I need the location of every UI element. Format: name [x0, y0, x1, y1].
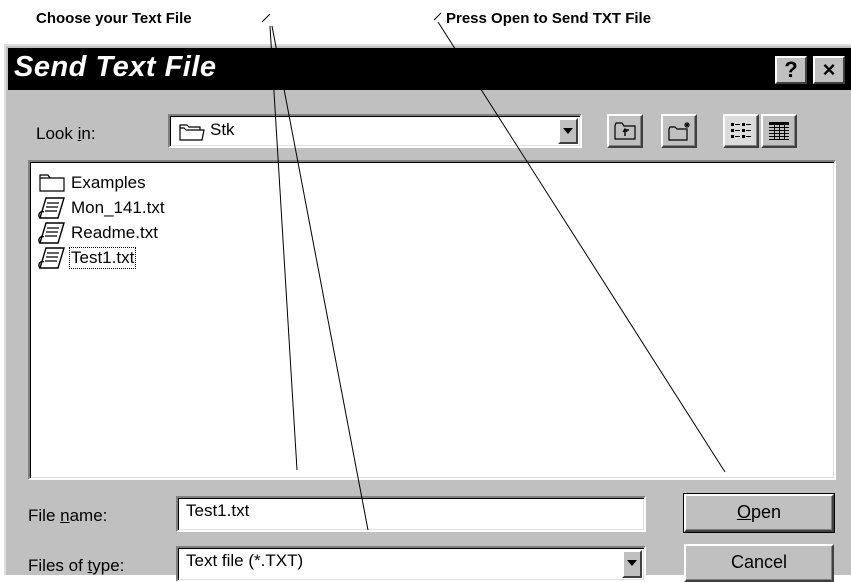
text-file-icon	[38, 246, 65, 269]
title-bar: Send Text File ? ×	[8, 48, 851, 90]
send-text-file-dialog: Send Text File ? × Look in: Stk Examples…	[4, 44, 851, 582]
callout-choose-file: Choose your Text File	[36, 10, 192, 27]
look-in-value: Stk	[210, 120, 235, 139]
file-name-label: Test1.txt	[68, 246, 137, 269]
file-name-label: Mon_141.txt	[71, 197, 165, 217]
cancel-button-label: Cancel	[730, 552, 788, 572]
new-folder-icon	[668, 122, 690, 141]
list-item-test1[interactable]: Test1.txt	[38, 245, 137, 270]
cancel-button[interactable]: Cancel	[684, 544, 834, 582]
list-item-mon-141[interactable]: Mon_141.txt	[38, 195, 166, 220]
help-icon: ?	[784, 57, 798, 82]
file-name-value: Test1.txt	[186, 501, 250, 520]
list-item-readme[interactable]: Readme.txt	[38, 220, 159, 245]
list-view-icon	[731, 123, 751, 138]
open-button[interactable]: Open	[683, 493, 835, 533]
files-of-type-label: Files of type:	[28, 556, 125, 575]
open-button-label: Open	[736, 502, 782, 522]
callout-tick	[261, 13, 271, 23]
list-view-button[interactable]	[723, 114, 759, 148]
file-name-label: Examples	[71, 172, 146, 192]
details-view-button[interactable]	[761, 114, 797, 148]
new-folder-button[interactable]	[661, 114, 697, 148]
up-one-level-icon	[614, 122, 636, 140]
text-file-icon	[38, 196, 65, 219]
callout-tick	[433, 12, 442, 21]
dialog-title: Send Text File	[14, 51, 217, 83]
folder-open-icon	[179, 124, 205, 141]
files-of-type-value: Text file (*.TXT)	[186, 551, 304, 570]
up-one-level-button[interactable]	[607, 114, 643, 148]
close-icon: ×	[822, 57, 836, 82]
look-in-label: Look in:	[36, 124, 96, 143]
file-list[interactable]: Examples Mon_141.txt Readme.txt Test1.tx…	[28, 160, 836, 480]
folder-icon	[39, 173, 65, 192]
callout-press-open: Press Open to Send TXT File	[446, 10, 652, 27]
close-button[interactable]: ×	[813, 56, 845, 84]
details-view-icon	[769, 122, 789, 140]
chevron-down-icon[interactable]	[558, 118, 578, 144]
list-item-examples[interactable]: Examples	[38, 170, 147, 195]
files-of-type-dropdown[interactable]: Text file (*.TXT)	[176, 546, 646, 582]
look-in-dropdown[interactable]: Stk	[168, 114, 582, 148]
file-name-label: File name:	[28, 506, 108, 525]
help-button[interactable]: ?	[775, 56, 807, 84]
file-name-label: Readme.txt	[71, 222, 158, 242]
chevron-down-icon[interactable]	[622, 550, 642, 578]
file-name-input[interactable]: Test1.txt	[176, 496, 646, 532]
text-file-icon	[38, 221, 65, 244]
